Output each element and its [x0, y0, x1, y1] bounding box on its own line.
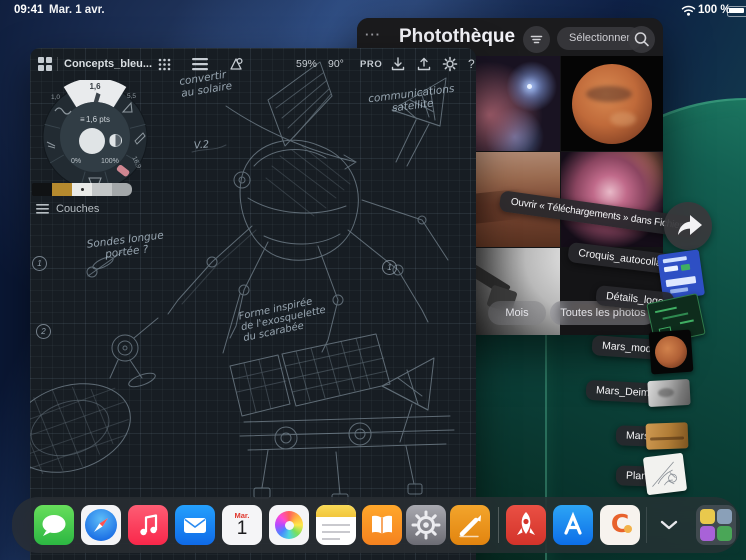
search-icon: [634, 32, 649, 47]
swatch-gray[interactable]: [112, 183, 132, 196]
chevron-down-icon[interactable]: [660, 520, 678, 530]
tool-wheel[interactable]: 1,6 1,0 5,5 16,9 6,0 ≡ 1,6 pts 0% 100%: [35, 78, 155, 200]
toolbar-divider: [57, 57, 58, 71]
layers-label: Couches: [56, 203, 100, 215]
music-note-icon: [140, 514, 158, 536]
dock-icon-music[interactable]: [128, 505, 168, 545]
rocket-icon: [517, 512, 535, 535]
dock: Mar. 1 C: [12, 497, 740, 553]
selected-dot: [80, 188, 84, 191]
ipad-screen: ··· Photothèque Sélectionner Mois Toutes…: [0, 0, 746, 560]
dock-icon-app-library[interactable]: [696, 505, 736, 545]
annotation-badge-3: 1: [382, 260, 397, 275]
document-title[interactable]: Concepts_bleu...: [64, 58, 152, 70]
import-icon[interactable]: [390, 56, 406, 72]
swatch-gold[interactable]: [52, 183, 72, 196]
window-controls-button[interactable]: ···: [365, 27, 381, 42]
dock-icon-mail[interactable]: [175, 505, 215, 545]
open-book-icon: [372, 515, 392, 534]
annotation-badge-1: 1: [32, 256, 47, 271]
clock: 09:41: [14, 4, 44, 16]
envelope-icon: [184, 518, 206, 533]
c-glyph: C: [610, 509, 630, 538]
annotation-badge-2: 2: [36, 324, 51, 339]
dock-icon-app-store[interactable]: [553, 505, 593, 545]
dock-icon-messages[interactable]: [34, 505, 74, 545]
rotation-angle[interactable]: 90°: [328, 58, 344, 70]
share-forward-button[interactable]: [664, 202, 712, 250]
annotation-version: V.2: [193, 139, 210, 152]
dock-icon-settings[interactable]: [406, 505, 446, 545]
concepts-window: convertir au solaire communications sate…: [30, 48, 476, 560]
star-glow: [527, 84, 532, 89]
dock-divider: [498, 507, 499, 543]
drag-thumb-deimos[interactable]: [647, 378, 691, 408]
app-store-a-icon: [564, 511, 582, 535]
help-button[interactable]: ?: [468, 57, 475, 71]
active-stroke-size: 1,6: [89, 82, 101, 91]
dock-icon-drawing-pen[interactable]: [450, 505, 490, 545]
menu-icon[interactable]: [192, 58, 208, 71]
search-button[interactable]: [628, 26, 655, 53]
precision-shapes-icon[interactable]: [228, 56, 244, 72]
opacity-half-icon[interactable]: [109, 134, 122, 147]
chat-bubble-icon: [42, 515, 66, 536]
battery-percent: 100 %: [698, 4, 731, 16]
filter-button[interactable]: [523, 26, 550, 53]
stroke-width-label: ≡ 1,6 pts: [80, 115, 110, 124]
tool-size-nw: 1,0: [51, 94, 61, 101]
settings-gear-icon[interactable]: [442, 56, 458, 72]
dock-icon-rocket-app[interactable]: [506, 505, 546, 545]
drag-thumb-mars-landscape[interactable]: [645, 422, 689, 450]
calendar-day: 1: [236, 518, 248, 539]
swatch-black[interactable]: [32, 183, 52, 196]
color-swatch-bar[interactable]: [32, 183, 132, 196]
export-icon[interactable]: [416, 56, 432, 72]
dock-icon-books[interactable]: [362, 505, 402, 545]
tool-size-ne: 5,5: [127, 93, 137, 100]
dock-icon-c-app[interactable]: C: [600, 505, 640, 545]
dock-icon-photos[interactable]: [269, 505, 309, 545]
mars-planet: [572, 64, 652, 144]
swatch-lightgray[interactable]: [92, 183, 112, 196]
layers-panel-header[interactable]: Couches: [36, 203, 99, 215]
wifi-icon: [681, 5, 696, 16]
grid-settings-icon[interactable]: [158, 58, 171, 71]
dock-divider-faint: [646, 507, 647, 543]
status-bar: 09:41 Mar. 1 avr. 100 %: [0, 0, 746, 20]
pro-badge[interactable]: PRO: [360, 58, 382, 70]
lines-icon: ≡: [80, 115, 85, 124]
dock-icon-safari[interactable]: [81, 505, 121, 545]
gallery-grid-icon[interactable]: [38, 57, 52, 71]
battery-icon: [727, 6, 746, 17]
zoom-level[interactable]: 59%: [296, 58, 317, 70]
color-well[interactable]: [79, 128, 105, 154]
drag-thumb-mars-model[interactable]: [648, 329, 694, 375]
date: Mar. 1 avr.: [49, 4, 105, 16]
dock-icon-calendar[interactable]: Mar. 1: [222, 505, 262, 545]
photo-thumbnail-mars[interactable]: [561, 56, 663, 151]
drag-thumb-plan-sketch[interactable]: [642, 452, 688, 496]
opacity-max: 100%: [101, 158, 119, 165]
forward-arrow-icon: [678, 215, 702, 235]
compass-needle-icon: [94, 518, 108, 532]
opacity-min: 0%: [71, 158, 82, 165]
dock-icon-notes[interactable]: [316, 505, 356, 545]
plan-scribble: [652, 461, 677, 487]
photos-title: Photothèque: [399, 26, 516, 47]
pen-icon: [459, 515, 481, 538]
photo-thumbnail-orion[interactable]: [561, 152, 663, 247]
tab-mois[interactable]: Mois: [488, 301, 546, 325]
filter-lines-icon: [530, 35, 543, 44]
swatch-white-selected[interactable]: [72, 183, 92, 196]
layers-menu-icon: [36, 204, 49, 214]
gear-icon: [411, 510, 441, 540]
